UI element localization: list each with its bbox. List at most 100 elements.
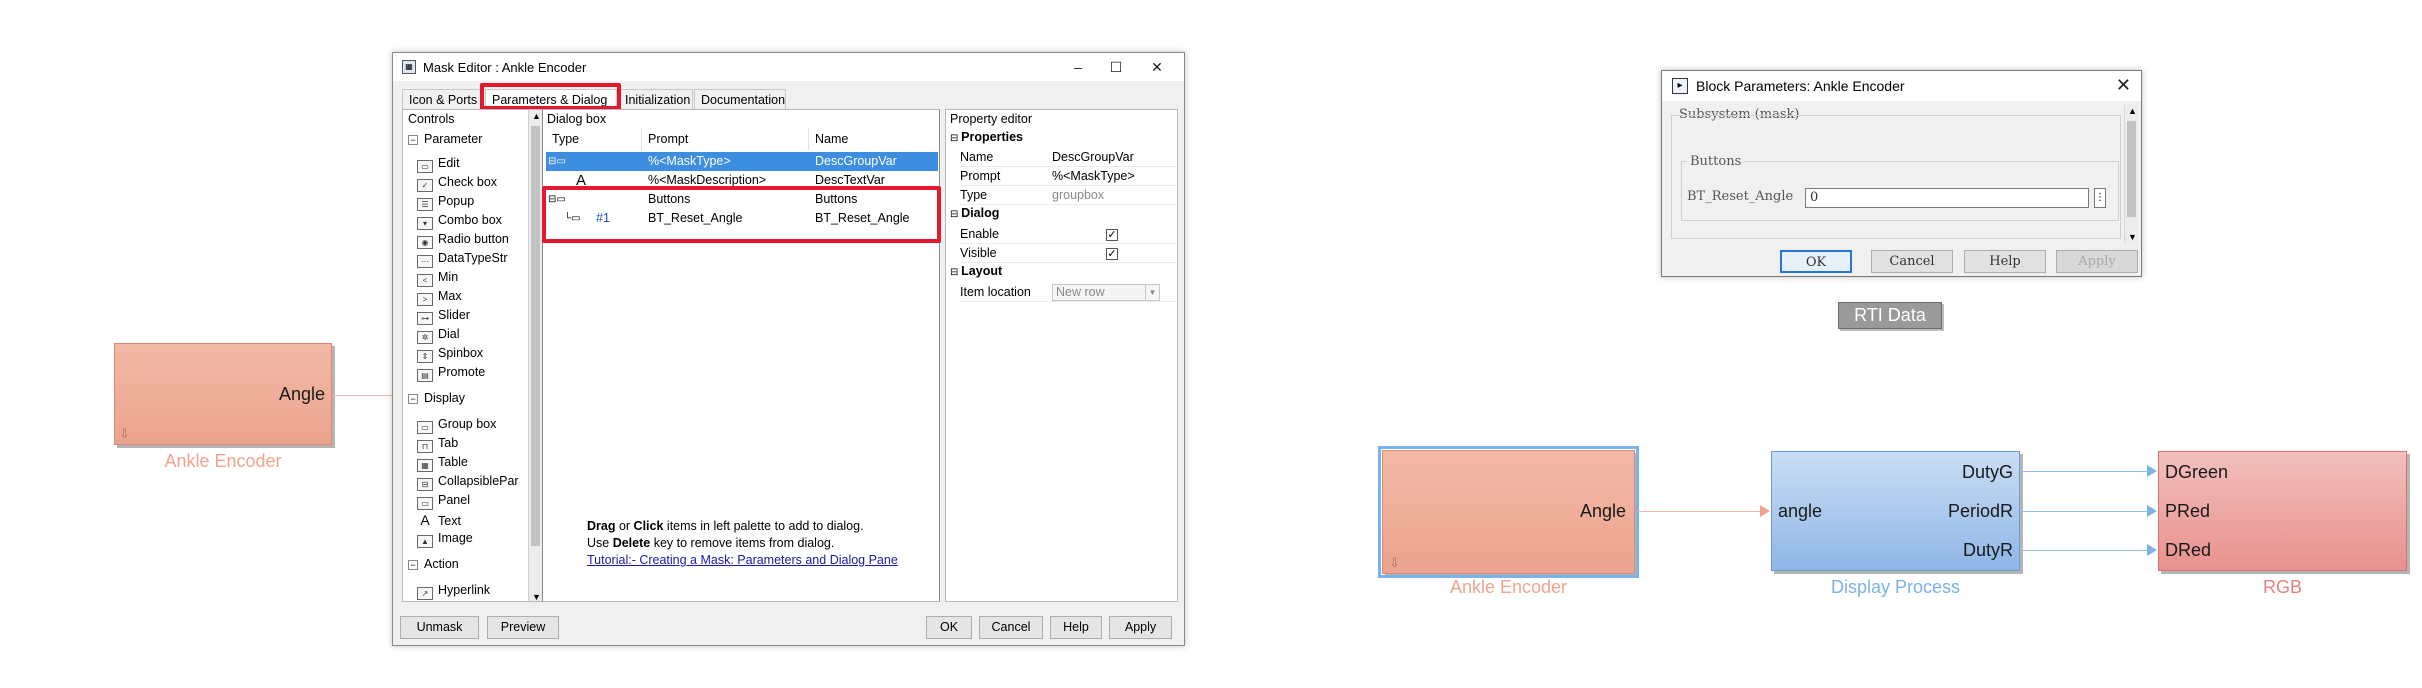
field-label: BT_Reset_Angle <box>1687 189 1794 204</box>
drag-help-line: Drag or Click items in left palette to a… <box>587 519 864 533</box>
dialog-box-header: Dialog box <box>547 112 607 126</box>
control-image[interactable]: ▲ Image <box>417 531 473 548</box>
dutyr-signal-line[interactable] <box>2022 550 2149 551</box>
item-location-dropdown[interactable]: New row ▼ <box>1052 284 1160 301</box>
title-bar[interactable]: ▦ Mask Editor : Ankle Encoder – ☐ ✕ <box>393 53 1184 81</box>
output-port-label: Angle <box>1579 501 1626 521</box>
rti-data-label: RTI Data <box>1854 305 1926 325</box>
output-port-label: DutyG <box>1961 462 2013 482</box>
close-icon[interactable]: ✕ <box>2116 75 2131 96</box>
periodr-signal-line[interactable] <box>2022 511 2149 512</box>
ankle-encoder-block[interactable]: Angle ⇩ <box>1378 446 1639 578</box>
control-dial[interactable]: ✲ Dial <box>417 327 460 344</box>
control-panel[interactable]: ▭ Panel <box>417 493 470 510</box>
control-promote[interactable]: ▤ Promote <box>417 365 485 382</box>
column-header-type[interactable]: Type <box>546 128 642 150</box>
chevron-down-icon: ▼ <box>1145 285 1159 300</box>
property-prompt-row[interactable]: Prompt %<MaskType> <box>960 167 1176 186</box>
slider-icon: ⊶ <box>417 312 433 325</box>
output-signal-line[interactable] <box>332 395 392 396</box>
control-datatypestr[interactable]: ⋯ DataTypeStr <box>417 251 507 268</box>
group-display[interactable]: − Display <box>408 391 465 405</box>
control-max[interactable]: > Max <box>417 289 462 306</box>
control-spinbox[interactable]: ⇕ Spinbox <box>417 346 483 363</box>
bt-reset-angle-input[interactable]: 0 <box>1805 188 2089 208</box>
dutyg-signal-line[interactable] <box>2022 471 2149 472</box>
control-check-box[interactable]: ✓ Check box <box>417 175 497 192</box>
scroll-thumb[interactable] <box>531 126 540 546</box>
scroll-up-icon[interactable]: ▲ <box>2128 106 2137 116</box>
angle-signal-line[interactable] <box>1638 511 1762 512</box>
minimize-button[interactable]: – <box>1064 57 1092 77</box>
apply-button[interactable]: Apply <box>1109 616 1172 639</box>
promote-icon: ▤ <box>417 369 433 382</box>
max-icon: > <box>417 293 433 306</box>
rgb-block[interactable]: DGreen PRed DRed <box>2158 451 2407 571</box>
control-popup[interactable]: ☰ Popup <box>417 194 474 211</box>
column-header-name[interactable]: Name <box>809 128 938 150</box>
help-button[interactable]: Help <box>1964 250 2046 273</box>
group-parameter[interactable]: − Parameter <box>408 132 482 146</box>
unmask-button[interactable]: Unmask <box>400 616 479 639</box>
control-tab[interactable]: ⊓ Tab <box>417 436 458 453</box>
enable-checkbox[interactable]: ✓ <box>1106 229 1118 241</box>
section-properties[interactable]: ⊟ Properties <box>950 130 1023 144</box>
cancel-button[interactable]: Cancel <box>979 616 1043 639</box>
rgb-name-label: RGB <box>2262 577 2302 597</box>
visible-checkbox[interactable]: ✓ <box>1106 248 1118 260</box>
periodr-arrow-icon <box>2147 505 2157 517</box>
section-dialog[interactable]: ⊟ Dialog <box>950 206 999 220</box>
column-header-prompt[interactable]: Prompt <box>642 128 809 150</box>
control-text[interactable]: A Text <box>417 512 461 528</box>
title-bar[interactable]: ▸ Block Parameters: Ankle Encoder ✕ <box>1662 71 2141 101</box>
rti-data-block[interactable]: RTI Data <box>1838 302 1942 329</box>
property-visible-row[interactable]: Visible ✓ <box>960 244 1176 263</box>
group-action[interactable]: − Action <box>408 557 459 571</box>
ok-button[interactable]: OK <box>926 616 972 639</box>
scroll-down-icon[interactable]: ▼ <box>532 592 541 601</box>
maximize-button[interactable]: ☐ <box>1102 57 1130 77</box>
output-port-label: Angle <box>278 384 325 404</box>
scroll-thumb[interactable] <box>2127 121 2136 217</box>
dial-icon: ✲ <box>417 331 433 344</box>
control-min[interactable]: < Min <box>417 270 458 287</box>
property-item-location-row[interactable]: Item location New row ▼ <box>960 283 1176 302</box>
block-parameters-dialog: ▸ Block Parameters: Ankle Encoder ✕ Subs… <box>1661 70 2142 277</box>
param-options-icon[interactable]: ⋮ <box>2094 188 2106 208</box>
close-button[interactable]: ✕ <box>1143 57 1171 77</box>
control-slider[interactable]: ⊶ Slider <box>417 308 470 325</box>
hyperlink-icon: ↗ <box>417 587 433 600</box>
datatype-icon: ⋯ <box>417 255 433 268</box>
help-button[interactable]: Help <box>1050 616 1102 639</box>
controls-scrollbar[interactable]: ▲ ▼ <box>528 110 542 601</box>
display-process-block[interactable]: angle DutyG PeriodR DutyR <box>1771 451 2020 571</box>
tutorial-link[interactable]: Tutorial:- Creating a Mask: Parameters a… <box>587 552 898 569</box>
control-combo-box[interactable]: ▾ Combo box <box>417 213 502 230</box>
control-edit[interactable]: ▭ Edit <box>417 156 460 173</box>
dialog-grid: Type Prompt Name ⊟▭ %<MaskType> DescGrou… <box>546 128 938 448</box>
control-group-box[interactable]: ▭ Group box <box>417 417 496 434</box>
apply-button[interactable]: Apply <box>2056 250 2138 273</box>
cancel-button[interactable]: Cancel <box>1871 250 1953 273</box>
dialog-box-pane: Dialog box Type Prompt Name ⊟▭ %<MaskTyp… <box>542 109 941 602</box>
control-radio-button[interactable]: ◉ Radio button <box>417 232 509 249</box>
dialog-scrollbar[interactable]: ▲ ▼ <box>2124 105 2138 243</box>
angle-arrow-icon <box>1760 505 1770 517</box>
preview-button[interactable]: Preview <box>487 616 559 639</box>
control-table[interactable]: ▦ Table <box>417 455 468 472</box>
tab-initialization[interactable]: Initialization <box>618 89 693 109</box>
ankle-encoder-block-left[interactable]: Angle ⇩ <box>114 343 332 445</box>
scroll-up-icon[interactable]: ▲ <box>532 111 541 121</box>
control-hyperlink[interactable]: ↗ Hyperlink <box>417 583 490 600</box>
property-enable-row[interactable]: Enable ✓ <box>960 225 1176 244</box>
tab-icon-ports[interactable]: Icon & Ports <box>402 89 484 109</box>
section-layout[interactable]: ⊟ Layout <box>950 264 1002 278</box>
table-row[interactable]: ⊟▭ %<MaskType> DescGroupVar <box>546 152 938 171</box>
ok-button[interactable]: OK <box>1780 250 1852 273</box>
property-editor-pane: Property editor ⊟ Properties Name DescGro… <box>945 109 1178 602</box>
property-type-row[interactable]: Type groupbox <box>960 186 1176 205</box>
scroll-down-icon[interactable]: ▼ <box>2128 232 2137 242</box>
property-name-row[interactable]: Name DescGroupVar <box>960 148 1176 167</box>
tab-documentation[interactable]: Documentation <box>694 89 786 109</box>
control-collapsible-panel[interactable]: ⊟ CollapsiblePar <box>417 474 519 491</box>
